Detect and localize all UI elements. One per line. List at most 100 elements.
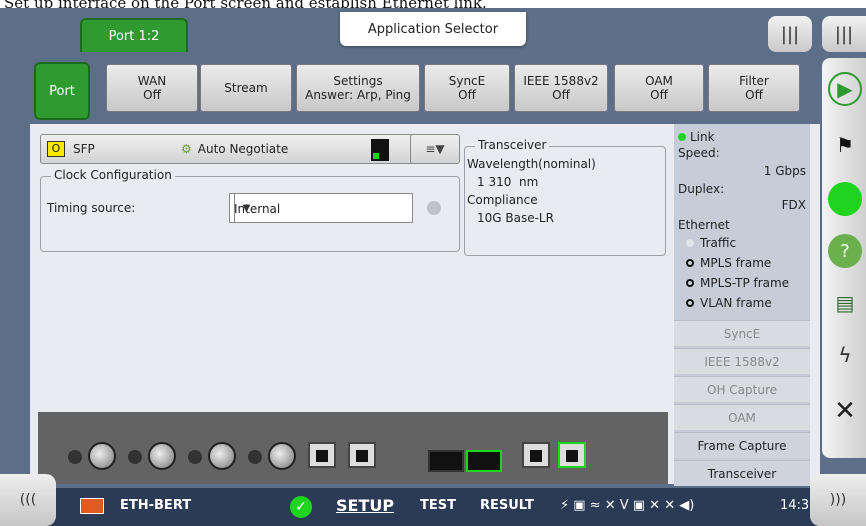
tab-stream-label: Stream: [224, 81, 268, 95]
tab-filter-status: Off: [745, 88, 763, 102]
speed-value: 1 Gbps: [763, 164, 806, 178]
status-icons: ⚡ ▣ ≈ ✕ V ▣ ✕ ✕ ◀): [560, 498, 695, 513]
chevron-down-icon: ▼: [234, 194, 258, 222]
compliance-value: 10G Base-LR: [477, 211, 554, 225]
frame-capture-button[interactable]: Frame Capture: [674, 432, 810, 458]
timing-status-dot: [427, 201, 441, 215]
compliance-label: Compliance: [467, 193, 538, 207]
link-status: Link: [678, 130, 715, 144]
help-icon[interactable]: ?: [828, 234, 862, 268]
tab-filter-label: Filter: [739, 74, 769, 88]
link-status-dot: [678, 133, 686, 141]
transceiver-group: Transceiver Wavelength(nominal) 1 310 nm…: [464, 138, 666, 256]
main-panel: O SFP ⚙ Auto Negotiate ≡▼ Clock Configura…: [30, 124, 820, 486]
tab-ieee[interactable]: IEEE 1588v2 Off: [514, 64, 608, 112]
vlan-dot: [686, 299, 694, 307]
mpls-tp-label: MPLS-TP frame: [700, 276, 790, 290]
tab-oam-status: Off: [650, 88, 668, 102]
app-frame: Port 1:2 Application Selector ||| ||| Po…: [0, 8, 866, 526]
connector-1: [88, 442, 116, 470]
clock-configuration-group: Clock Configuration Timing source: Inter…: [40, 168, 460, 252]
connector-small-4: [248, 450, 262, 464]
mpls-dot: [686, 259, 694, 267]
tab-filter[interactable]: Filter Off: [708, 64, 800, 112]
left-corner-button[interactable]: (((: [0, 474, 56, 526]
sfp-slot-2[interactable]: [466, 450, 502, 472]
tab-synce[interactable]: SyncE Off: [424, 64, 510, 112]
sfp-bar[interactable]: O SFP ⚙ Auto Negotiate: [40, 134, 430, 164]
oam-button[interactable]: OAM: [674, 404, 810, 430]
tab-settings-label: Settings: [333, 74, 383, 88]
traffic-label: Traffic: [700, 236, 737, 250]
wavelength-number: 1 310: [477, 175, 512, 189]
check-icon: ✓: [290, 496, 312, 518]
tab-wan-status: Off: [143, 88, 161, 102]
vlan-label: VLAN frame: [700, 296, 772, 310]
traffic-light-icon[interactable]: ⚑: [828, 128, 862, 162]
mpls-status: MPLS frame: [686, 256, 771, 270]
tab-synce-status: Off: [458, 88, 476, 102]
auto-negotiate-label: Auto Negotiate: [197, 142, 289, 156]
traffic-status: Traffic: [686, 236, 736, 250]
rj45-port-4[interactable]: [558, 442, 586, 468]
interface-menu-button[interactable]: ≡▼: [410, 134, 460, 164]
tab-wan[interactable]: WAN Off: [106, 64, 198, 112]
auto-negotiate: ⚙ Auto Negotiate: [181, 142, 288, 156]
rj45-port-2[interactable]: [348, 442, 376, 468]
sfp-label: SFP: [73, 142, 95, 156]
setup-tab[interactable]: SETUP: [336, 496, 394, 515]
tab-oam[interactable]: OAM Off: [614, 64, 704, 112]
close-icon[interactable]: ✕: [828, 394, 862, 428]
oh-capture-button[interactable]: OH Capture: [674, 376, 810, 402]
connector-small-3: [188, 450, 202, 464]
timing-source-select[interactable]: Internal ▼: [229, 193, 413, 223]
right-corner-button[interactable]: ))): [810, 474, 866, 526]
vlan-status: VLAN frame: [686, 296, 772, 310]
tab-port[interactable]: Port: [34, 62, 90, 120]
link-label: Link: [690, 130, 715, 144]
mpls-tp-dot: [686, 279, 694, 287]
connector-4: [268, 442, 296, 470]
duplex-value: FDX: [781, 198, 806, 212]
gear-icon: ⚙: [181, 142, 192, 156]
connector-2: [148, 442, 176, 470]
synce-button[interactable]: SyncE: [674, 320, 810, 346]
test-tab[interactable]: TEST: [420, 498, 456, 513]
result-tab[interactable]: RESULT: [480, 498, 534, 513]
tab-stream[interactable]: Stream: [200, 64, 292, 112]
green-status-icon[interactable]: [828, 182, 862, 216]
connector-small-2: [128, 450, 142, 464]
app-name: ETH-BERT: [120, 498, 192, 513]
port-panel: [38, 412, 668, 484]
application-selector-title[interactable]: Application Selector: [340, 12, 526, 46]
sfp-status-led: O: [47, 141, 65, 157]
wavelength-value: 1 310 nm: [477, 175, 538, 189]
rj45-port-3[interactable]: [522, 442, 550, 468]
tabs-row: Port WAN Off Stream Settings Answer: Arp, …: [30, 58, 810, 120]
tab-ieee-label: IEEE 1588v2: [523, 74, 599, 88]
tab-settings-status: Answer: Arp, Ping: [305, 88, 411, 102]
timing-source-label: Timing source:: [47, 201, 136, 215]
mpls-tp-status: MPLS-TP frame: [686, 276, 789, 290]
port-selector-tab[interactable]: Port 1:2: [80, 18, 188, 52]
tab-synce-label: SyncE: [448, 74, 486, 88]
lightning-icon[interactable]: ϟ: [828, 338, 862, 372]
tab-oam-label: OAM: [645, 74, 673, 88]
wavelength-unit: nm: [519, 175, 539, 189]
rj45-port-1[interactable]: [308, 442, 336, 468]
connector-small-1: [68, 450, 82, 464]
tab-settings[interactable]: Settings Answer: Arp, Ping: [296, 64, 420, 112]
speed-label: Speed:: [678, 146, 720, 160]
report-icon[interactable]: ▤: [828, 286, 862, 320]
transceiver-button[interactable]: Transceiver: [674, 460, 810, 486]
sfp-slot-1[interactable]: [428, 450, 464, 472]
window-toggle-button[interactable]: |||: [768, 16, 812, 52]
app-icon: [80, 498, 104, 514]
window-toggle-button-2[interactable]: |||: [822, 16, 866, 52]
ieee-1588v2-button[interactable]: IEEE 1588v2: [674, 348, 810, 374]
tab-ieee-status: Off: [552, 88, 570, 102]
connector-3: [208, 442, 236, 470]
duplex-label: Duplex:: [678, 182, 725, 196]
play-icon[interactable]: ▶: [828, 72, 862, 106]
side-toolbar: ▶ ⚑ ? ▤ ϟ ✕: [822, 58, 866, 458]
